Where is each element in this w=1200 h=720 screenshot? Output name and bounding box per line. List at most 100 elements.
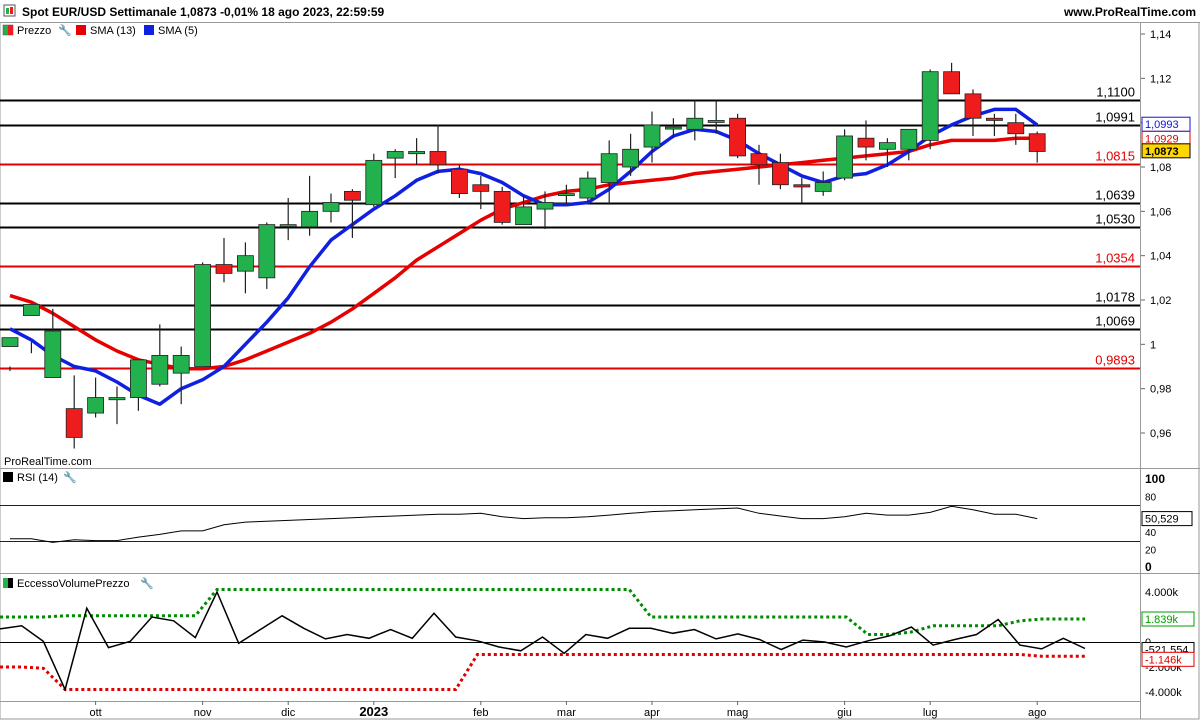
rsi-wrench-icon[interactable]: 🔧 bbox=[63, 470, 77, 484]
candle-body-45 bbox=[964, 93, 982, 119]
legend-price[interactable]: Prezzo bbox=[17, 25, 51, 37]
x-tick-label-1: nov bbox=[194, 707, 212, 719]
rsi-tick-label-4: 20 bbox=[1145, 545, 1157, 556]
sma13-legend-swatch bbox=[76, 25, 86, 35]
candle-body-3 bbox=[65, 408, 83, 438]
candle-body-17 bbox=[365, 159, 383, 206]
x-tick-label-7: mag bbox=[727, 707, 748, 719]
level-label-5: 1,0354 bbox=[1095, 251, 1135, 266]
candle-body-1 bbox=[22, 304, 40, 316]
price-tag-label-0: 1,0993 bbox=[1145, 119, 1179, 131]
x-tick-label-6: apr bbox=[644, 707, 660, 719]
candle-body-40 bbox=[857, 137, 875, 148]
candle-body-27 bbox=[579, 177, 597, 199]
rsi-tick-label-0: 100 bbox=[1145, 472, 1165, 486]
x-tick-label-0: ott bbox=[89, 707, 101, 719]
candle-body-28 bbox=[600, 153, 618, 183]
candle-body-0 bbox=[1, 337, 19, 347]
candle-body-30 bbox=[643, 124, 661, 148]
y-tick-label-0: 0,96 bbox=[1150, 428, 1171, 440]
x-tick-label-5: mar bbox=[557, 707, 576, 719]
candle-body-2 bbox=[44, 330, 62, 378]
candle-body-29 bbox=[622, 148, 639, 168]
y-tick-label-8: 1,12 bbox=[1150, 73, 1171, 85]
candle-body-11 bbox=[236, 255, 254, 272]
price-tag-label-2: 1,0873 bbox=[1145, 146, 1179, 158]
level-label-2: 1,0815 bbox=[1095, 149, 1135, 164]
y-tick-label-9: 1,14 bbox=[1150, 29, 1171, 41]
candle-body-24 bbox=[515, 206, 532, 226]
candle-body-7 bbox=[151, 355, 169, 385]
candle-34[interactable] bbox=[729, 113, 746, 159]
volume-tag-label-2: -1.146k bbox=[1145, 654, 1182, 666]
candle-body-47 bbox=[1007, 122, 1025, 135]
level-label-7: 1,0069 bbox=[1095, 314, 1135, 329]
legend-sma13[interactable]: SMA (13) bbox=[90, 25, 136, 37]
volume-tag-label-0: 1.839k bbox=[1145, 614, 1179, 626]
candle-body-4 bbox=[87, 397, 104, 414]
level-label-6: 1,0178 bbox=[1095, 290, 1135, 305]
x-tick-label-4: feb bbox=[473, 707, 488, 719]
x-tick-label-8: giu bbox=[837, 707, 852, 719]
level-label-1: 1,0991 bbox=[1095, 110, 1135, 125]
candle-body-34 bbox=[729, 117, 746, 157]
rsi-legend-swatch bbox=[3, 472, 13, 482]
y-tick-label-5: 1,06 bbox=[1150, 206, 1171, 218]
x-tick-label-10: ago bbox=[1028, 707, 1046, 719]
candle-body-38 bbox=[814, 182, 832, 192]
level-label-8: 0,9893 bbox=[1095, 353, 1135, 368]
candle-43[interactable] bbox=[921, 69, 939, 150]
candle-icon-down bbox=[10, 7, 13, 14]
sma5-legend-swatch bbox=[144, 25, 154, 35]
candle-body-46 bbox=[986, 117, 1003, 121]
candle-body-44 bbox=[943, 71, 960, 95]
candle-17[interactable] bbox=[365, 153, 383, 207]
rsi-tick-label-5: 0 bbox=[1145, 560, 1152, 574]
candle-body-21 bbox=[450, 168, 468, 194]
volume-wrench-icon[interactable]: 🔧 bbox=[140, 576, 154, 590]
candle-body-23 bbox=[493, 190, 511, 223]
candle-icon-up bbox=[6, 8, 9, 14]
price-legend: Prezzo 🔧 SMA (13) SMA (5) bbox=[2, 23, 198, 37]
candle-body-32 bbox=[686, 117, 704, 130]
level-label-3: 1,0639 bbox=[1095, 188, 1135, 203]
candle-body-36 bbox=[772, 162, 789, 186]
volume-tick-label-0: 4.000k bbox=[1145, 587, 1179, 599]
candle-21[interactable] bbox=[450, 164, 468, 199]
candle-39[interactable] bbox=[836, 129, 853, 181]
legend-rsi[interactable]: RSI (14) bbox=[17, 472, 58, 484]
candle-type-icon[interactable] bbox=[3, 4, 16, 17]
candle-body-19 bbox=[408, 151, 426, 155]
rsi-tick-label-3: 40 bbox=[1145, 528, 1157, 539]
candle-body-16 bbox=[343, 190, 361, 201]
candle-body-6 bbox=[129, 359, 147, 398]
candle-body-5 bbox=[108, 397, 126, 401]
candle-body-14 bbox=[301, 210, 319, 228]
rsi-tick-label-1: 80 bbox=[1145, 493, 1157, 504]
price-legend-swatch-half bbox=[8, 25, 13, 35]
chart-title: Spot EUR/USD Settimanale 1,0873 -0,01% 1… bbox=[22, 5, 384, 19]
y-tick-label-2: 1 bbox=[1150, 339, 1156, 351]
candle-body-15 bbox=[322, 202, 340, 212]
site-name[interactable]: www.ProRealTime.com bbox=[1063, 5, 1196, 19]
candle-body-37 bbox=[793, 184, 811, 188]
candle-body-18 bbox=[386, 151, 404, 159]
wrench-icon[interactable]: 🔧 bbox=[58, 23, 72, 37]
price-chart: Spot EUR/USD Settimanale 1,0873 -0,01% 1… bbox=[0, 0, 1200, 720]
candle-body-22 bbox=[472, 184, 490, 192]
candle-body-10 bbox=[215, 264, 233, 274]
candle-body-9 bbox=[194, 264, 212, 367]
candle-body-12 bbox=[258, 224, 276, 279]
rsi-value-label: 50,529 bbox=[1145, 514, 1179, 526]
volume-tick-label-4: -4.000k bbox=[1145, 687, 1182, 699]
legend-sma5[interactable]: SMA (5) bbox=[158, 25, 198, 37]
y-tick-label-4: 1,04 bbox=[1150, 251, 1171, 263]
candle-body-31 bbox=[665, 126, 682, 130]
legend-volume[interactable]: EccessoVolumePrezzo bbox=[17, 578, 130, 590]
candle-23[interactable] bbox=[493, 186, 511, 225]
x-tick-label-9: lug bbox=[923, 707, 938, 719]
x-tick-label-3: 2023 bbox=[359, 704, 388, 719]
candle-9[interactable] bbox=[194, 262, 212, 367]
level-label-4: 1,0530 bbox=[1095, 212, 1135, 227]
y-tick-label-1: 0,98 bbox=[1150, 384, 1171, 396]
